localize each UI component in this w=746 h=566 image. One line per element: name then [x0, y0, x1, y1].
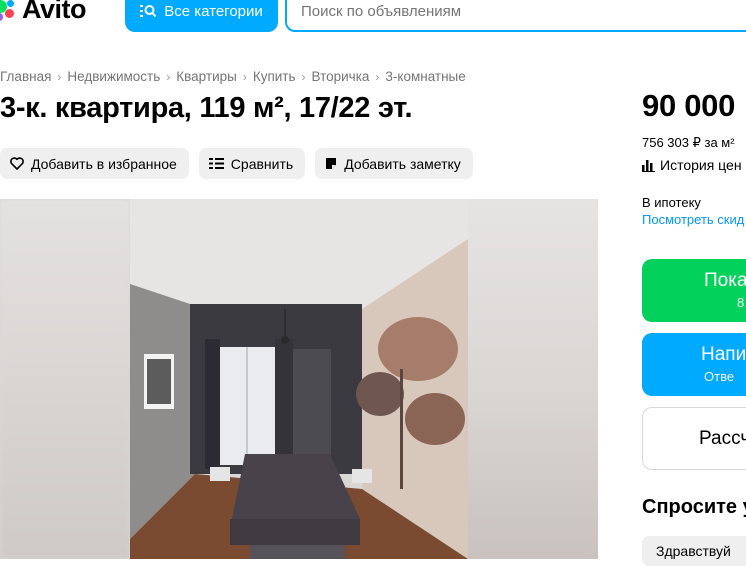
photo-gallery[interactable]: [0, 199, 598, 559]
compare-list-icon: [208, 158, 224, 169]
breadcrumb-item-buy[interactable]: Купить: [253, 69, 296, 84]
add-note-button[interactable]: Добавить заметку: [315, 148, 473, 179]
bar-chart-icon: [642, 159, 655, 172]
breadcrumb-item-3-rooms[interactable]: 3-комнатные: [385, 69, 465, 84]
price-per-m2: 756 303 ₽ за м²: [642, 135, 735, 150]
listing-actions: Добавить в избранное Сравнить Добавить з…: [0, 148, 473, 179]
add-to-favorites-label: Добавить в избранное: [31, 155, 177, 172]
ask-seller-heading: Спросите у: [642, 496, 746, 518]
price-history-label: История цен: [660, 157, 742, 173]
breadcrumb-item-home[interactable]: Главная: [0, 69, 51, 84]
search-input[interactable]: [285, 0, 746, 32]
main-photo[interactable]: [130, 199, 468, 559]
breadcrumb-separator-icon: ›: [242, 69, 247, 84]
catalog-search-icon: [140, 5, 157, 18]
breadcrumb-item-realty[interactable]: Недвижимость: [67, 69, 160, 84]
price-history-link[interactable]: История цен: [642, 157, 742, 173]
gallery-next-preview: [468, 199, 598, 559]
note-icon: [326, 158, 337, 169]
show-phone-sublabel: 8: [737, 295, 745, 310]
show-phone-label: Пока: [704, 270, 746, 291]
calculate-button[interactable]: Рассч: [642, 407, 746, 470]
compare-button[interactable]: Сравнить: [198, 148, 306, 179]
quick-question-chip[interactable]: Здравствуй: [642, 536, 746, 566]
breadcrumb-separator-icon: ›: [375, 69, 380, 84]
add-note-label: Добавить заметку: [344, 155, 461, 172]
breadcrumb-separator-icon: ›: [166, 69, 171, 84]
logo-dots-icon: [0, 0, 18, 23]
price: 90 000: [642, 88, 736, 123]
show-phone-button[interactable]: Пока 8: [642, 259, 746, 322]
heart-icon: [10, 157, 24, 170]
write-message-button[interactable]: Напис Отве: [642, 333, 746, 396]
mortgage-label: В ипотеку: [642, 195, 701, 210]
listing-title: 3-к. квартира, 119 м², 17/22 эт.: [0, 92, 413, 124]
breadcrumb-item-secondary[interactable]: Вторичка: [312, 69, 370, 84]
view-discounts-link[interactable]: Посмотреть скид: [642, 212, 744, 227]
all-categories-label: Все категории: [164, 2, 263, 20]
breadcrumb-separator-icon: ›: [57, 69, 62, 84]
add-to-favorites-button[interactable]: Добавить в избранное: [0, 148, 189, 179]
breadcrumb: Главная › Недвижимость › Квартиры › Купи…: [0, 69, 466, 84]
breadcrumb-separator-icon: ›: [301, 69, 306, 84]
compare-label: Сравнить: [230, 155, 294, 172]
write-message-sublabel: Отве: [704, 369, 735, 384]
avito-logo[interactable]: Avito: [0, 0, 87, 25]
calculate-label: Рассч: [699, 428, 746, 449]
gallery-prev-preview: [0, 199, 130, 559]
logo-text: Avito: [22, 0, 87, 24]
breadcrumb-item-apartments[interactable]: Квартиры: [176, 69, 237, 84]
write-message-label: Напис: [701, 344, 746, 365]
all-categories-button[interactable]: Все категории: [125, 0, 278, 32]
